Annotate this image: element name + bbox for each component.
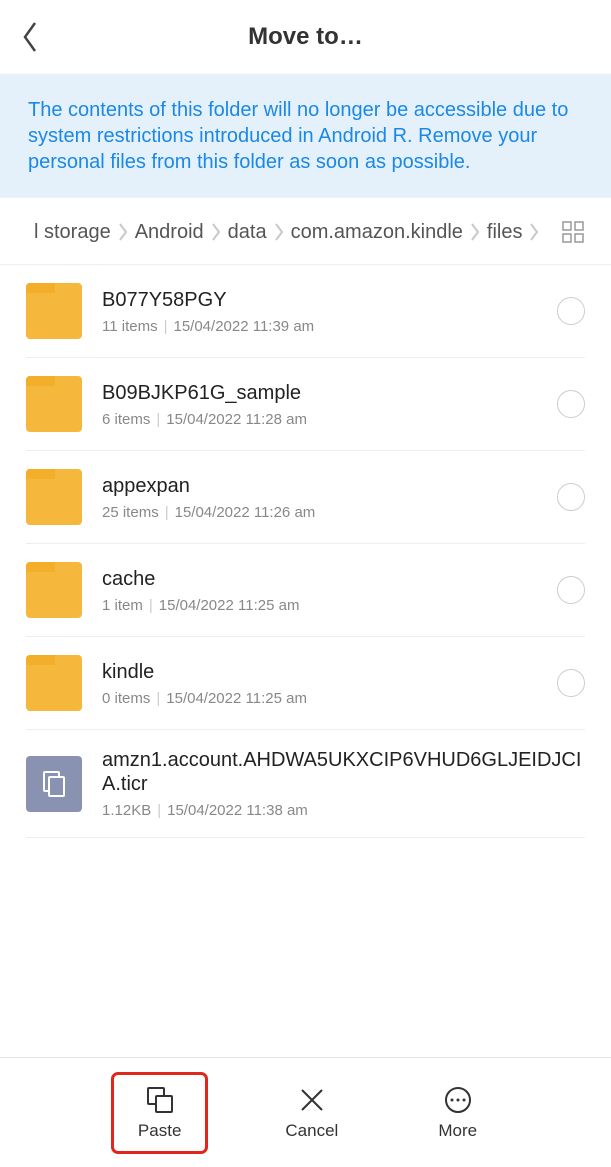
folder-icon xyxy=(26,376,82,432)
file-row[interactable]: amzn1.account.AHDWA5UKXCIP6VHUD6GLJEIDJC… xyxy=(26,730,585,838)
warning-banner: The contents of this folder will no long… xyxy=(0,74,611,198)
folder-row[interactable]: kindle 0 items|15/04/2022 11:25 am xyxy=(26,637,585,730)
chevron-right-icon xyxy=(210,221,222,244)
breadcrumb-item[interactable]: files xyxy=(487,221,523,244)
item-name: B077Y58PGY xyxy=(102,288,537,312)
item-name: appexpan xyxy=(102,474,537,498)
breadcrumb-item[interactable]: com.amazon.kindle xyxy=(291,221,463,244)
chevron-right-icon xyxy=(117,221,129,244)
item-info: cache 1 item|15/04/2022 11:25 am xyxy=(102,567,537,614)
breadcrumb-item[interactable]: data xyxy=(228,221,267,244)
folder-icon xyxy=(26,655,82,711)
item-info: amzn1.account.AHDWA5UKXCIP6VHUD6GLJEIDJC… xyxy=(102,748,585,819)
breadcrumb: l storage Android data com.amazon.kindle fil… xyxy=(0,198,611,265)
more-label: More xyxy=(438,1121,477,1141)
breadcrumb-item[interactable]: l storage xyxy=(34,221,111,244)
item-name: B09BJKP61G_sample xyxy=(102,381,537,405)
folder-icon xyxy=(26,283,82,339)
select-radio[interactable] xyxy=(557,297,585,325)
chevron-left-icon xyxy=(20,20,40,54)
warning-text: The contents of this folder will no long… xyxy=(28,97,583,175)
paste-label: Paste xyxy=(138,1121,181,1141)
item-meta: 11 items|15/04/2022 11:39 am xyxy=(102,318,537,335)
folder-icon xyxy=(26,469,82,525)
grid-icon xyxy=(561,220,585,244)
chevron-right-icon xyxy=(273,221,285,244)
select-radio[interactable] xyxy=(557,669,585,697)
folder-row[interactable]: B09BJKP61G_sample 6 items|15/04/2022 11:2… xyxy=(26,358,585,451)
paste-button[interactable]: Paste xyxy=(114,1075,205,1151)
chevron-right-icon xyxy=(469,221,481,244)
folder-icon xyxy=(26,562,82,618)
bottom-action-bar: Paste Cancel More xyxy=(0,1057,611,1167)
file-list: B077Y58PGY11 items|15/04/2022 11:39 amB0… xyxy=(0,265,611,838)
more-button[interactable]: More xyxy=(418,1075,497,1151)
item-name: cache xyxy=(102,567,537,591)
item-info: B077Y58PGY 11 items|15/04/2022 11:39 am xyxy=(102,288,537,335)
more-icon xyxy=(443,1085,473,1115)
page-title: Move to… xyxy=(0,23,611,51)
cancel-label: Cancel xyxy=(285,1121,338,1141)
item-info: kindle 0 items|15/04/2022 11:25 am xyxy=(102,660,537,707)
item-name: kindle xyxy=(102,660,537,684)
select-radio[interactable] xyxy=(557,483,585,511)
select-radio[interactable] xyxy=(557,576,585,604)
item-meta: 0 items|15/04/2022 11:25 am xyxy=(102,690,537,707)
item-meta: 25 items|15/04/2022 11:26 am xyxy=(102,504,537,521)
header: Move to… xyxy=(0,0,611,74)
item-meta: 6 items|15/04/2022 11:28 am xyxy=(102,411,537,428)
folder-row[interactable]: appexpan 25 items|15/04/2022 11:26 am xyxy=(26,451,585,544)
select-radio[interactable] xyxy=(557,390,585,418)
item-info: B09BJKP61G_sample 6 items|15/04/2022 11:2… xyxy=(102,381,537,428)
chevron-right-icon xyxy=(528,221,540,244)
folder-row[interactable]: cache 1 item|15/04/2022 11:25 am xyxy=(26,544,585,637)
item-meta: 1 item|15/04/2022 11:25 am xyxy=(102,597,537,614)
grid-view-toggle[interactable] xyxy=(559,218,587,246)
paste-icon xyxy=(145,1085,175,1115)
cancel-button[interactable]: Cancel xyxy=(265,1075,358,1151)
close-icon xyxy=(297,1085,327,1115)
folder-row[interactable]: B077Y58PGY 11 items|15/04/2022 11:39 am xyxy=(26,265,585,358)
item-meta: 1.12KB|15/04/2022 11:38 am xyxy=(102,802,585,819)
item-info: appexpan 25 items|15/04/2022 11:26 am xyxy=(102,474,537,521)
document-icon xyxy=(26,756,82,812)
item-name: amzn1.account.AHDWA5UKXCIP6VHUD6GLJEIDJC… xyxy=(102,748,585,796)
back-button[interactable] xyxy=(0,0,60,73)
breadcrumb-item[interactable]: Android xyxy=(135,221,204,244)
